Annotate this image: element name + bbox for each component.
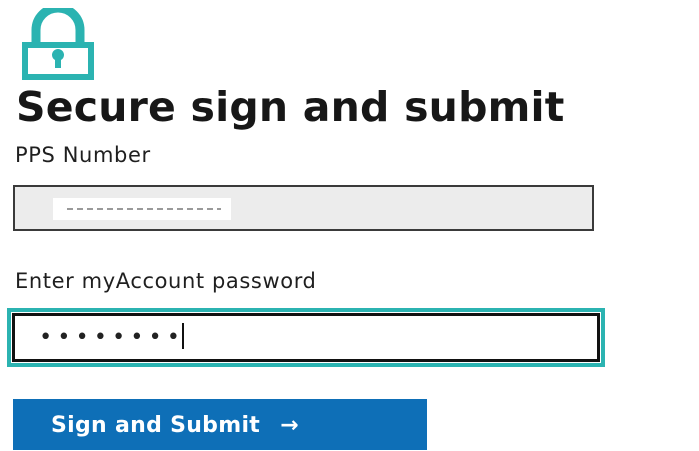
page-title: Secure sign and submit <box>16 83 565 131</box>
password-input[interactable]: •••••••• <box>12 313 600 362</box>
arrow-right-icon: → <box>280 413 299 438</box>
password-masked-value: •••••••• <box>39 325 185 350</box>
sign-and-submit-button[interactable]: Sign and Submit → <box>13 399 427 450</box>
pps-number-label: PPS Number <box>15 143 151 167</box>
password-label: Enter myAccount password <box>15 269 317 293</box>
redacted-pps-value <box>53 198 231 220</box>
submit-button-label: Sign and Submit <box>51 413 261 438</box>
lock-icon <box>22 8 94 80</box>
text-caret <box>181 323 184 349</box>
pps-number-field[interactable] <box>13 185 594 231</box>
